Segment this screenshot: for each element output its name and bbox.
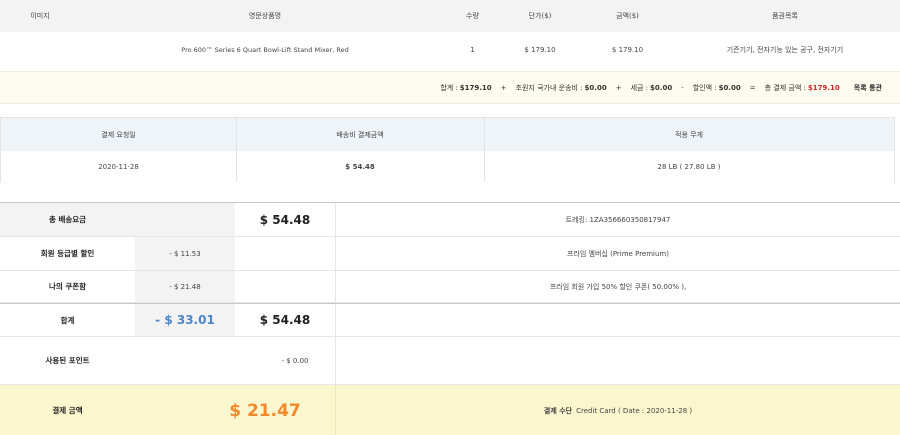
header-unit-price: 단가($)	[528, 12, 552, 20]
subtotal-value: $ 54.48	[259, 313, 311, 327]
payment-method-label: 결제 수단	[543, 406, 573, 415]
header-image: 이미지	[30, 12, 50, 20]
member-discount-row: 회원 등급별 할인 - $ 11.53 프라임 멤버십 (Prime Premi…	[0, 237, 900, 271]
subtotal-row: 합계 - $ 33.01 $ 54.48	[0, 303, 900, 337]
shipping-fee-table: 총 배송요금 $ 54.48 트레킹: 1ZA356660350817947 회…	[0, 202, 900, 435]
payment-row: 결제 금액 $ 21.47 결제 수단 Credit Card ( Date :…	[0, 385, 900, 435]
coupon-empty	[235, 271, 335, 302]
tax-value: $0.00	[650, 83, 673, 92]
intl-ship-value: $0.00	[584, 83, 607, 92]
minus-sign: -	[681, 83, 684, 92]
total-fee-row: 총 배송요금 $ 54.48 트레킹: 1ZA356660350817947	[0, 203, 900, 237]
header-request-date: 결제 요청일	[101, 130, 136, 139]
intl-ship-label: 초원지 국가내 운송비 :	[515, 83, 583, 92]
request-date: 2020-11-28	[98, 163, 139, 171]
product-unit-price: $ 179.10	[524, 45, 556, 54]
header-product-name: 영문상품명	[248, 12, 282, 20]
header-qty: 수량	[466, 12, 479, 20]
product-name: Pro 600™ Series 6 Quart Bowl-Lift Stand …	[181, 45, 349, 54]
sum-value: $179.10	[459, 83, 492, 92]
payment-amount: $ 21.47	[229, 400, 301, 421]
total-fee-empty	[135, 203, 235, 236]
payment-info-header: 결제 요청일 배송비 결제금액 적용 무게	[1, 118, 894, 151]
sum-label: 합계 :	[440, 83, 458, 92]
points-row: 사용된 포인트 - $ 0.00	[0, 337, 900, 385]
coupon-label: 나의 쿠폰함	[48, 282, 87, 291]
points-label: 사용된 포인트	[45, 356, 90, 365]
discount-value: $0.00	[718, 83, 741, 92]
coupon-row: 나의 쿠폰함 - $ 21.48 프라임 회원 가입 50% 할인 쿠폰( 50…	[0, 271, 900, 303]
total-value: $179.10	[807, 83, 840, 92]
coupon-value: - $ 21.48	[135, 271, 235, 302]
plus-sign: +	[500, 83, 507, 92]
product-row: Pro 600™ Series 6 Quart Bowl-Lift Stand …	[0, 33, 900, 66]
header-ship-fee: 배송비 결제금액	[336, 130, 384, 139]
tracking-number: 트레킹: 1ZA356660350817947	[335, 203, 900, 236]
payment-method-value: Credit Card ( Date : 2020-11-28 )	[576, 406, 693, 415]
ship-fee: $ 54.48	[345, 163, 375, 171]
member-discount-value: - $ 11.53	[135, 237, 235, 270]
membership-note: 프라임 멤버십 (Prime Premium)	[335, 237, 900, 270]
total-fee-value: $ 54.48	[259, 212, 311, 227]
order-totals-strip: 합계 : $179.10 + 초원지 국가내 운송비 : $0.00 + 세금 …	[0, 71, 900, 104]
applied-weight: 28 LB ( 27.80 LB )	[657, 163, 721, 171]
header-amount: 금액($)	[616, 12, 639, 20]
total-fee-label: 총 배송요금	[0, 203, 135, 236]
subtotal-note-empty	[335, 304, 900, 336]
customs-category: 목록 통관	[853, 83, 882, 92]
divider	[236, 118, 237, 182]
points-note-empty	[335, 337, 900, 384]
discount-total: - $ 33.01	[155, 313, 215, 327]
points-value: - $ 0.00	[281, 356, 309, 365]
payment-info-row: 2020-11-28 $ 54.48 28 LB ( 27.80 LB )	[1, 151, 894, 183]
tax-label: 세금 :	[630, 83, 649, 92]
header-category: 품권목록	[772, 12, 798, 20]
member-discount-label: 회원 등급별 할인	[40, 249, 95, 258]
equals-sign: =	[749, 83, 756, 92]
product-image	[0, 33, 80, 66]
product-category: 기즌기기, 전자기능 있는 공구, 전자기기	[726, 45, 844, 54]
member-discount-empty	[235, 237, 335, 270]
plus-sign: +	[615, 83, 622, 92]
product-qty: 1	[470, 45, 475, 54]
subtotal-label: 합계	[60, 315, 75, 325]
payment-info-table: 결제 요청일 배송비 결제금액 적용 무게 2020-11-28 $ 54.48…	[0, 117, 895, 183]
divider	[484, 118, 485, 182]
discount-label: 할인액 :	[692, 83, 717, 92]
product-table: 이미지 영문상품명 수량 단가($) 금액($) 품권목록 Pro 600™ S…	[0, 0, 900, 66]
header-weight: 적용 무게	[675, 130, 703, 139]
product-amount: $ 179.10	[611, 45, 644, 54]
product-table-header: 이미지 영문상품명 수량 단가($) 금액($) 품권목록	[0, 0, 900, 32]
coupon-note: 프라임 회원 가입 50% 할인 쿠폰( 50.00% ),	[335, 271, 900, 302]
payment-label: 결제 금액	[52, 406, 83, 415]
total-label: 총 결제 금액 :	[764, 83, 806, 92]
